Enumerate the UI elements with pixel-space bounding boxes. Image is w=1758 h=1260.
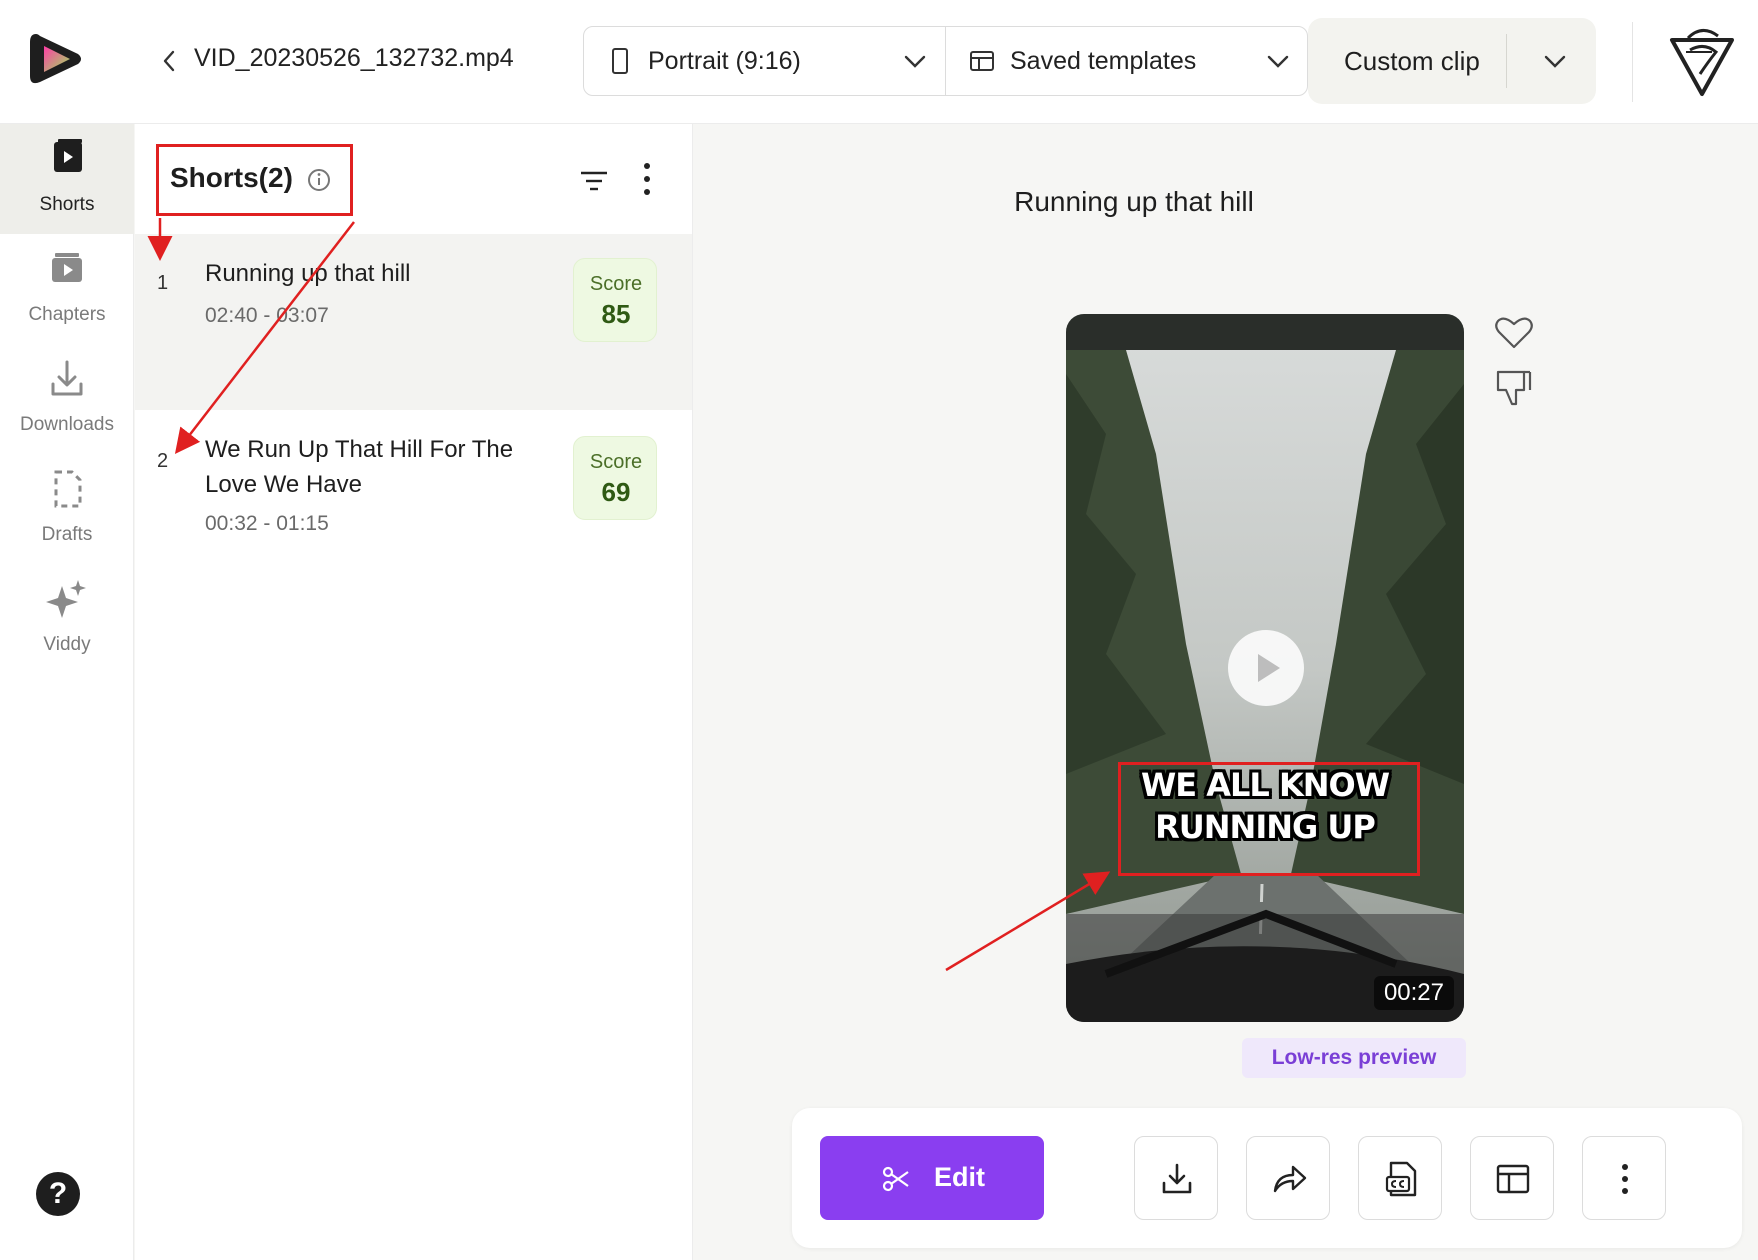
chapters-icon xyxy=(52,253,82,282)
list-item[interactable]: 2 We Run Up That Hill For The Love We Ha… xyxy=(135,410,692,578)
caption-line: WE ALL KNOW xyxy=(1140,766,1390,804)
share-button[interactable] xyxy=(1246,1136,1330,1220)
item-time-range: 00:32 - 01:15 xyxy=(205,512,329,535)
format-selector-group: Portrait (9:16) Saved templates xyxy=(583,26,1308,96)
aspect-ratio-select[interactable]: Portrait (9:16) xyxy=(584,27,946,95)
edit-button[interactable]: Edit xyxy=(820,1136,1044,1220)
avatar[interactable] xyxy=(1666,22,1738,100)
nav-item-viddy[interactable]: Viddy xyxy=(0,564,134,674)
more-options-icon[interactable] xyxy=(641,162,653,196)
action-toolbar: Edit xyxy=(792,1108,1742,1248)
item-number: 1 xyxy=(157,272,169,294)
layout-icon xyxy=(1496,1164,1530,1194)
list-item[interactable]: 1 Running up that hill 02:40 - 03:07 Sco… xyxy=(135,234,692,410)
nav-item-downloads[interactable]: Downloads xyxy=(0,344,134,454)
video-caption: WE ALL KNOW RUNNING UP xyxy=(1066,764,1464,848)
score-value: 69 xyxy=(601,477,631,507)
nav-label: Downloads xyxy=(20,414,114,435)
caption-line: RUNNING UP xyxy=(1155,808,1376,846)
item-title: Running up that hill xyxy=(205,260,411,287)
score-label: Score xyxy=(589,273,643,295)
item-time-range: 02:40 - 03:07 xyxy=(205,304,329,327)
nav-label: Chapters xyxy=(28,304,106,325)
captions-file-icon xyxy=(1385,1161,1417,1197)
nav-label: Viddy xyxy=(43,634,91,655)
heart-icon[interactable] xyxy=(1494,314,1534,350)
back-chevron-icon[interactable] xyxy=(158,46,180,76)
preview-area: Running up that hill WE ALL KNOW RUNNING… xyxy=(694,124,1758,1260)
list-title: Shorts(2) xyxy=(170,162,293,193)
aspect-ratio-value: Portrait (9:16) xyxy=(648,47,801,75)
drafts-icon xyxy=(54,470,82,508)
shorts-list-panel: Shorts(2) 1 Running up that hill 02:40 -… xyxy=(135,124,693,1260)
help-button[interactable]: ? xyxy=(36,1172,80,1216)
play-icon xyxy=(1258,654,1280,682)
file-name: VID_20230526_132732.mp4 xyxy=(194,44,514,72)
video-duration: 00:27 xyxy=(1373,976,1454,1010)
layout-button[interactable] xyxy=(1470,1136,1554,1220)
nav-item-drafts[interactable]: Drafts xyxy=(0,454,134,564)
scissors-icon xyxy=(882,1166,909,1192)
nav-label: Shorts xyxy=(39,194,95,215)
sort-filter-icon[interactable] xyxy=(579,170,609,192)
chevron-down-icon xyxy=(1267,55,1289,68)
item-number: 2 xyxy=(157,450,169,472)
captions-button[interactable] xyxy=(1358,1136,1442,1220)
download-button[interactable] xyxy=(1134,1136,1218,1220)
download-icon xyxy=(1162,1163,1192,1194)
preview-title: Running up that hill xyxy=(1014,186,1254,217)
thumbs-down-icon[interactable] xyxy=(1494,368,1534,408)
left-navigation: Shorts Chapters Downloads Drafts Viddy ? xyxy=(0,124,134,1260)
template-select[interactable]: Saved templates xyxy=(946,27,1308,95)
nav-item-shorts[interactable]: Shorts xyxy=(0,124,134,234)
custom-clip-label: Custom clip xyxy=(1344,46,1480,76)
template-value: Saved templates xyxy=(1010,47,1197,75)
phone-icon xyxy=(612,48,628,74)
item-title: We Run Up That Hill For The Love We Have xyxy=(205,436,514,498)
score-value: 85 xyxy=(601,299,631,329)
divider xyxy=(1632,22,1633,102)
edit-label: Edit xyxy=(934,1162,985,1192)
chevron-down-icon[interactable] xyxy=(1542,50,1568,72)
shorts-icon xyxy=(54,139,82,172)
score-badge: Score 85 xyxy=(573,258,657,342)
nav-item-chapters[interactable]: Chapters xyxy=(0,234,134,344)
share-arrow-icon xyxy=(1273,1165,1307,1193)
score-badge: Score 69 xyxy=(573,436,657,520)
video-preview[interactable]: WE ALL KNOW RUNNING UP 00:27 xyxy=(1066,314,1464,1022)
more-actions-button[interactable] xyxy=(1582,1136,1666,1220)
nav-label: Drafts xyxy=(41,524,93,545)
custom-clip-button[interactable]: Custom clip xyxy=(1308,18,1596,104)
score-label: Score xyxy=(589,451,643,473)
play-button[interactable] xyxy=(1228,630,1304,706)
chevron-down-icon xyxy=(904,55,926,68)
top-bar: VID_20230526_132732.mp4 Portrait (9:16) … xyxy=(0,0,1758,124)
more-options-icon xyxy=(1622,1164,1628,1194)
sparkle-icon xyxy=(46,580,86,618)
download-icon xyxy=(51,360,83,396)
low-res-preview-badge: Low-res preview xyxy=(1242,1038,1466,1078)
app-logo[interactable] xyxy=(26,28,86,90)
template-icon xyxy=(970,51,994,71)
divider xyxy=(1506,34,1507,88)
info-icon[interactable] xyxy=(307,168,331,192)
